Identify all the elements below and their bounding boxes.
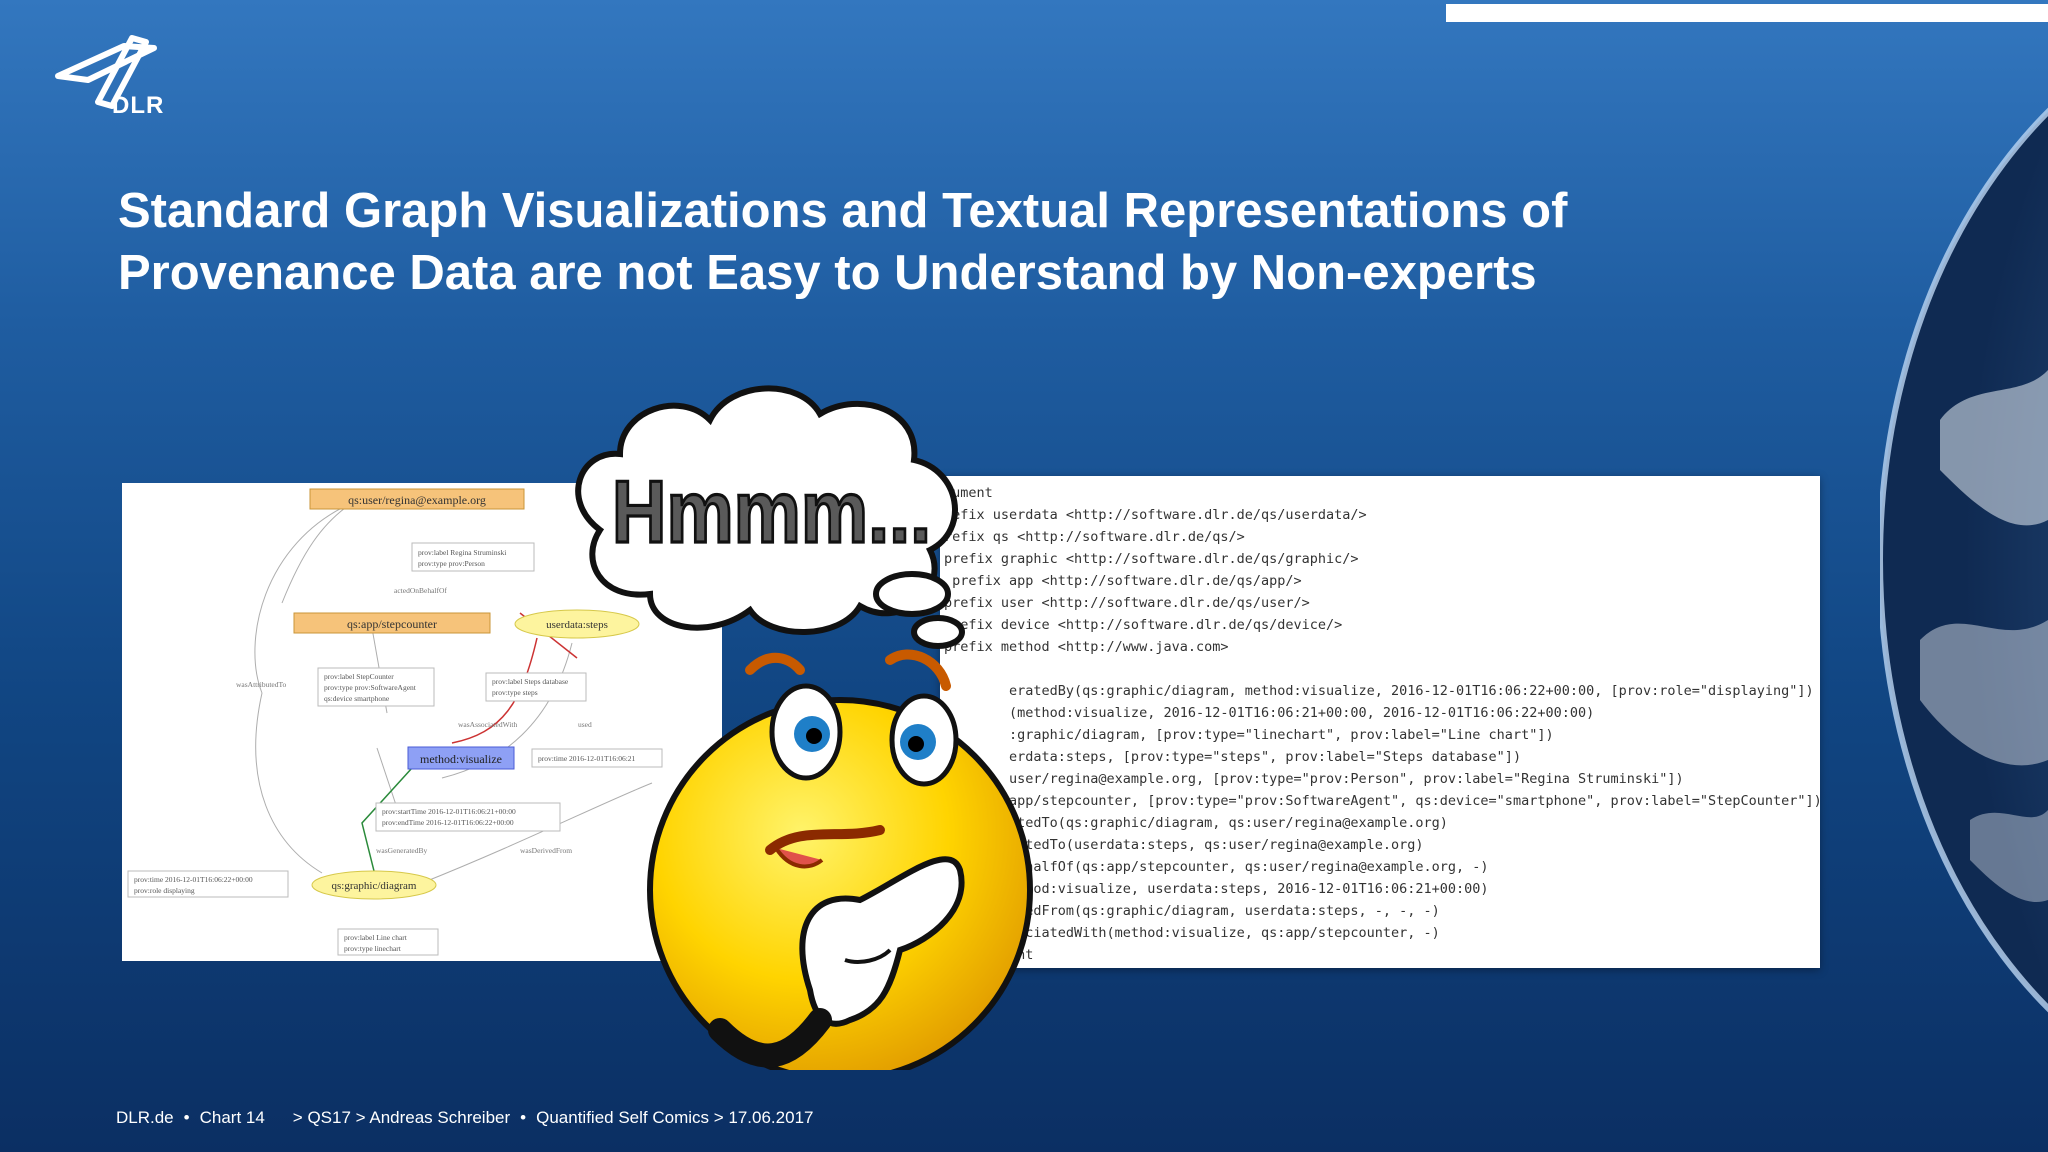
note-app-2: prov:type prov:SoftwareAgent bbox=[324, 683, 417, 692]
note-app-1: prov:label StepCounter bbox=[324, 672, 394, 681]
footer-chart: Chart 14 bbox=[199, 1108, 265, 1127]
earth-image bbox=[1880, 107, 2048, 1013]
edge-label-associated: wasAssociatedWith bbox=[458, 720, 518, 729]
note-diagram-below-1: prov:label Line chart bbox=[344, 933, 408, 942]
code-line: user/regina@example.org, [prov:type="pro… bbox=[944, 771, 1684, 787]
footer-site: DLR.de bbox=[116, 1108, 174, 1127]
logo-text: DLR bbox=[112, 92, 165, 119]
note-diagram-left-1: prov:time 2016-12-01T16:06:22+00:00 bbox=[134, 875, 253, 884]
graph-node-diagram: qs:graphic/diagram bbox=[332, 880, 417, 892]
edge-label-generated: wasGeneratedBy bbox=[376, 846, 427, 855]
note-steps-2: prov:type steps bbox=[492, 688, 538, 697]
graph-node-method: method:visualize bbox=[420, 752, 502, 766]
slide-footer: DLR.de • Chart 14 > QS17 > Andreas Schreibe… bbox=[116, 1108, 814, 1127]
footer-event: Quantified Self Comics > 17.06.2017 bbox=[536, 1108, 814, 1127]
note-app-3: qs:device smartphone bbox=[324, 694, 390, 703]
footer-path: > QS17 > Andreas Schreiber bbox=[292, 1108, 511, 1127]
code-line: app/stepcounter, [prov:type="prov:Softwa… bbox=[944, 793, 1820, 809]
edge-label-attributed: wasAttributedTo bbox=[236, 680, 287, 689]
note-method-2: prov:endTime 2016-12-01T16:06:22+00:00 bbox=[382, 818, 514, 827]
edge-label-acted: actedOnBehalfOf bbox=[394, 586, 447, 595]
code-line: (method:visualize, 2016-12-01T16:06:21+0… bbox=[944, 705, 1595, 721]
title-line-2: Provenance Data are not Easy to Understa… bbox=[118, 246, 1537, 300]
code-line: eratedBy(qs:graphic/diagram, method:visu… bbox=[944, 683, 1814, 699]
slide-title: Standard Graph Visualizations and Textua… bbox=[118, 180, 1718, 304]
graph-node-user: qs:user/regina@example.org bbox=[348, 493, 486, 507]
thinking-smiley-icon: Hmmm... bbox=[575, 385, 1033, 1070]
prov-n-code-panel: cument refix userdata <http://software.dl… bbox=[940, 476, 1820, 968]
title-line-1: Standard Graph Visualizations and Textua… bbox=[118, 184, 1568, 238]
note-diagram-left-2: prov:role displaying bbox=[134, 886, 195, 895]
note-method-1: prov:startTime 2016-12-01T16:06:21+00:00 bbox=[382, 807, 516, 816]
graph-node-app: qs:app/stepcounter bbox=[347, 617, 437, 631]
note-user-2: prov:type prov:Person bbox=[418, 559, 485, 568]
note-steps-1: prov:label Steps database bbox=[492, 677, 569, 686]
thought-bubble-text: Hmmm... bbox=[612, 464, 931, 562]
note-diagram-below-2: prov:type linechart bbox=[344, 944, 402, 953]
note-user-1: prov:label Regina Struminski bbox=[418, 548, 506, 557]
